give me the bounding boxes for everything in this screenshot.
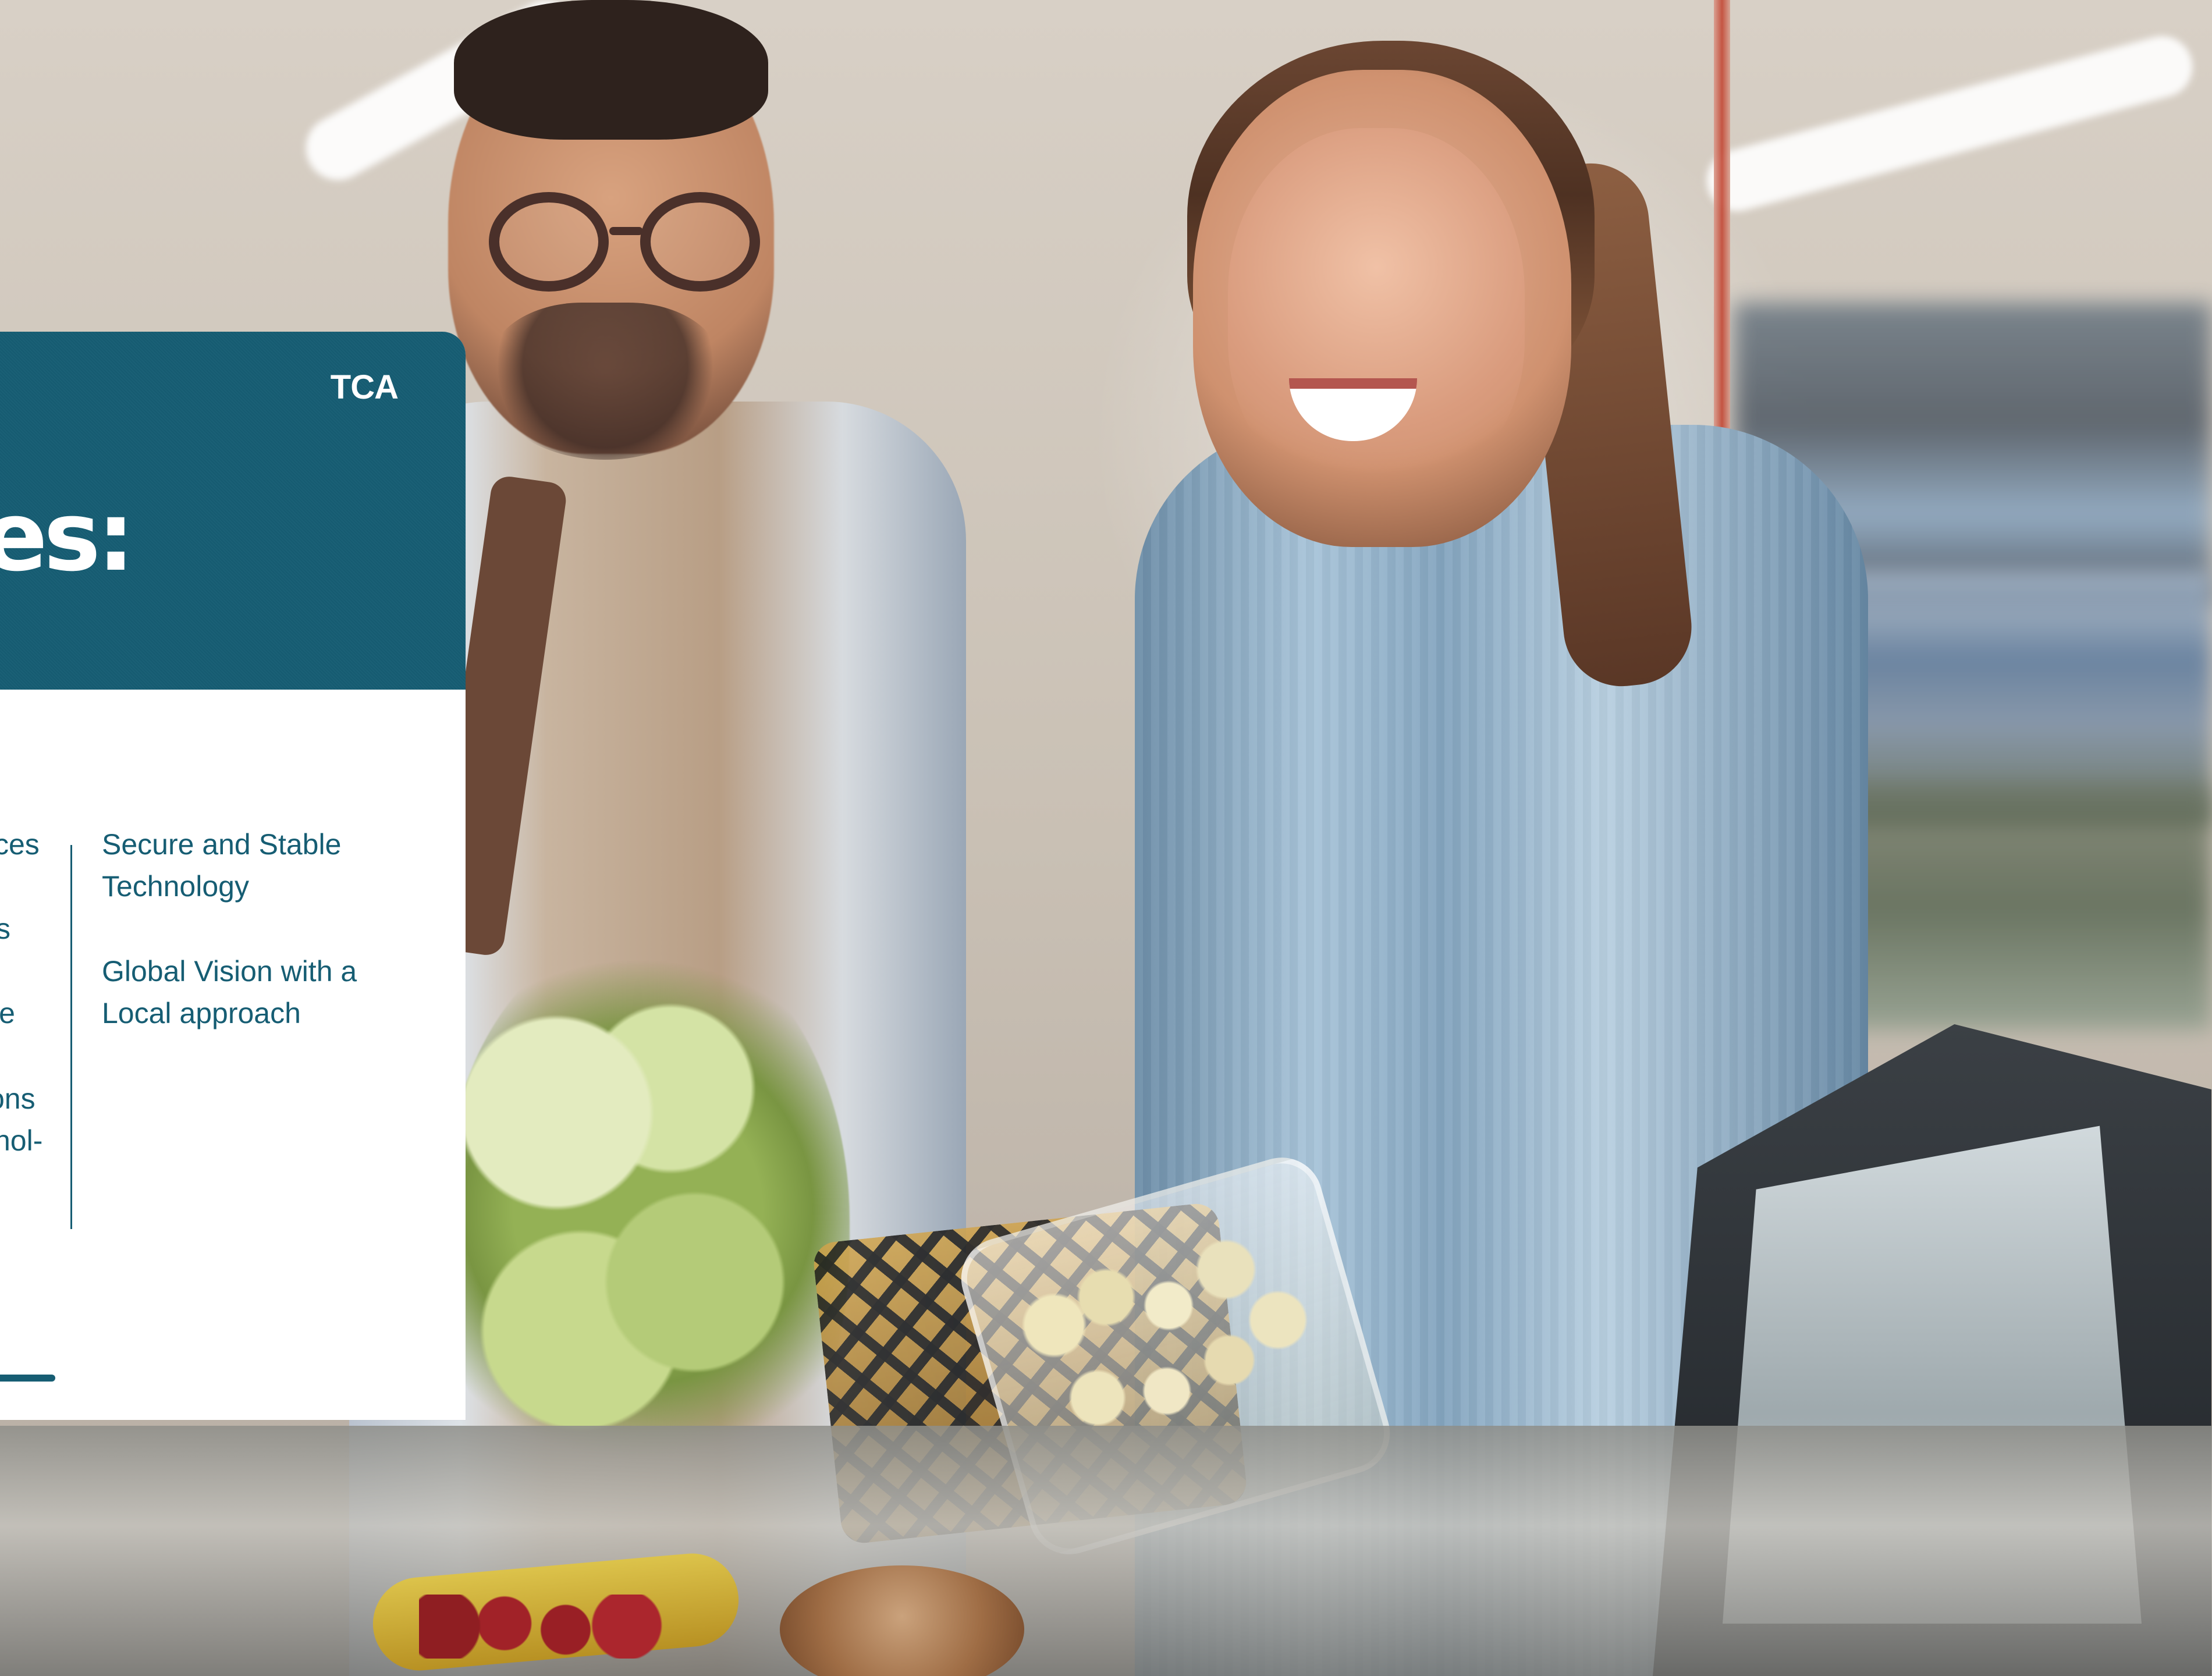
man-hair	[454, 0, 768, 140]
left-fragment: s	[0, 912, 10, 945]
man-beard	[489, 303, 722, 460]
left-fragment: ces	[0, 828, 40, 861]
woman-face	[1228, 128, 1525, 495]
benefit-line: Global Vision with a	[102, 955, 357, 988]
left-fragment: le	[0, 997, 15, 1029]
left-fragment: ons	[0, 1082, 35, 1115]
content-card: TCA es: ces s le ons hol- Secure and Sta…	[0, 332, 466, 1420]
benefit-item: Global Vision with a Local approach	[102, 950, 428, 1034]
page-title-fragment: es:	[0, 481, 135, 592]
benefit-item: Secure and Stable Technology	[102, 823, 428, 907]
left-fragment: hol-	[0, 1124, 43, 1157]
column-divider	[70, 845, 72, 1229]
glasses-bridge	[609, 227, 643, 235]
accent-bar	[0, 1375, 55, 1382]
benefit-line: Local approach	[102, 997, 301, 1029]
checkout-counter	[0, 1426, 2212, 1676]
benefit-line: Secure and Stable	[102, 828, 342, 861]
glasses-right-lens	[640, 192, 760, 292]
glasses-left-lens	[489, 192, 609, 292]
benefit-line: Technology	[102, 870, 249, 903]
radishes	[419, 1595, 663, 1659]
ceiling-light	[1700, 29, 2199, 218]
slide-canvas: TCA es: ces s le ons hol- Secure and Sta…	[0, 0, 2212, 1676]
card-header: TCA es:	[0, 332, 466, 690]
tca-logo: TCA	[330, 368, 399, 406]
